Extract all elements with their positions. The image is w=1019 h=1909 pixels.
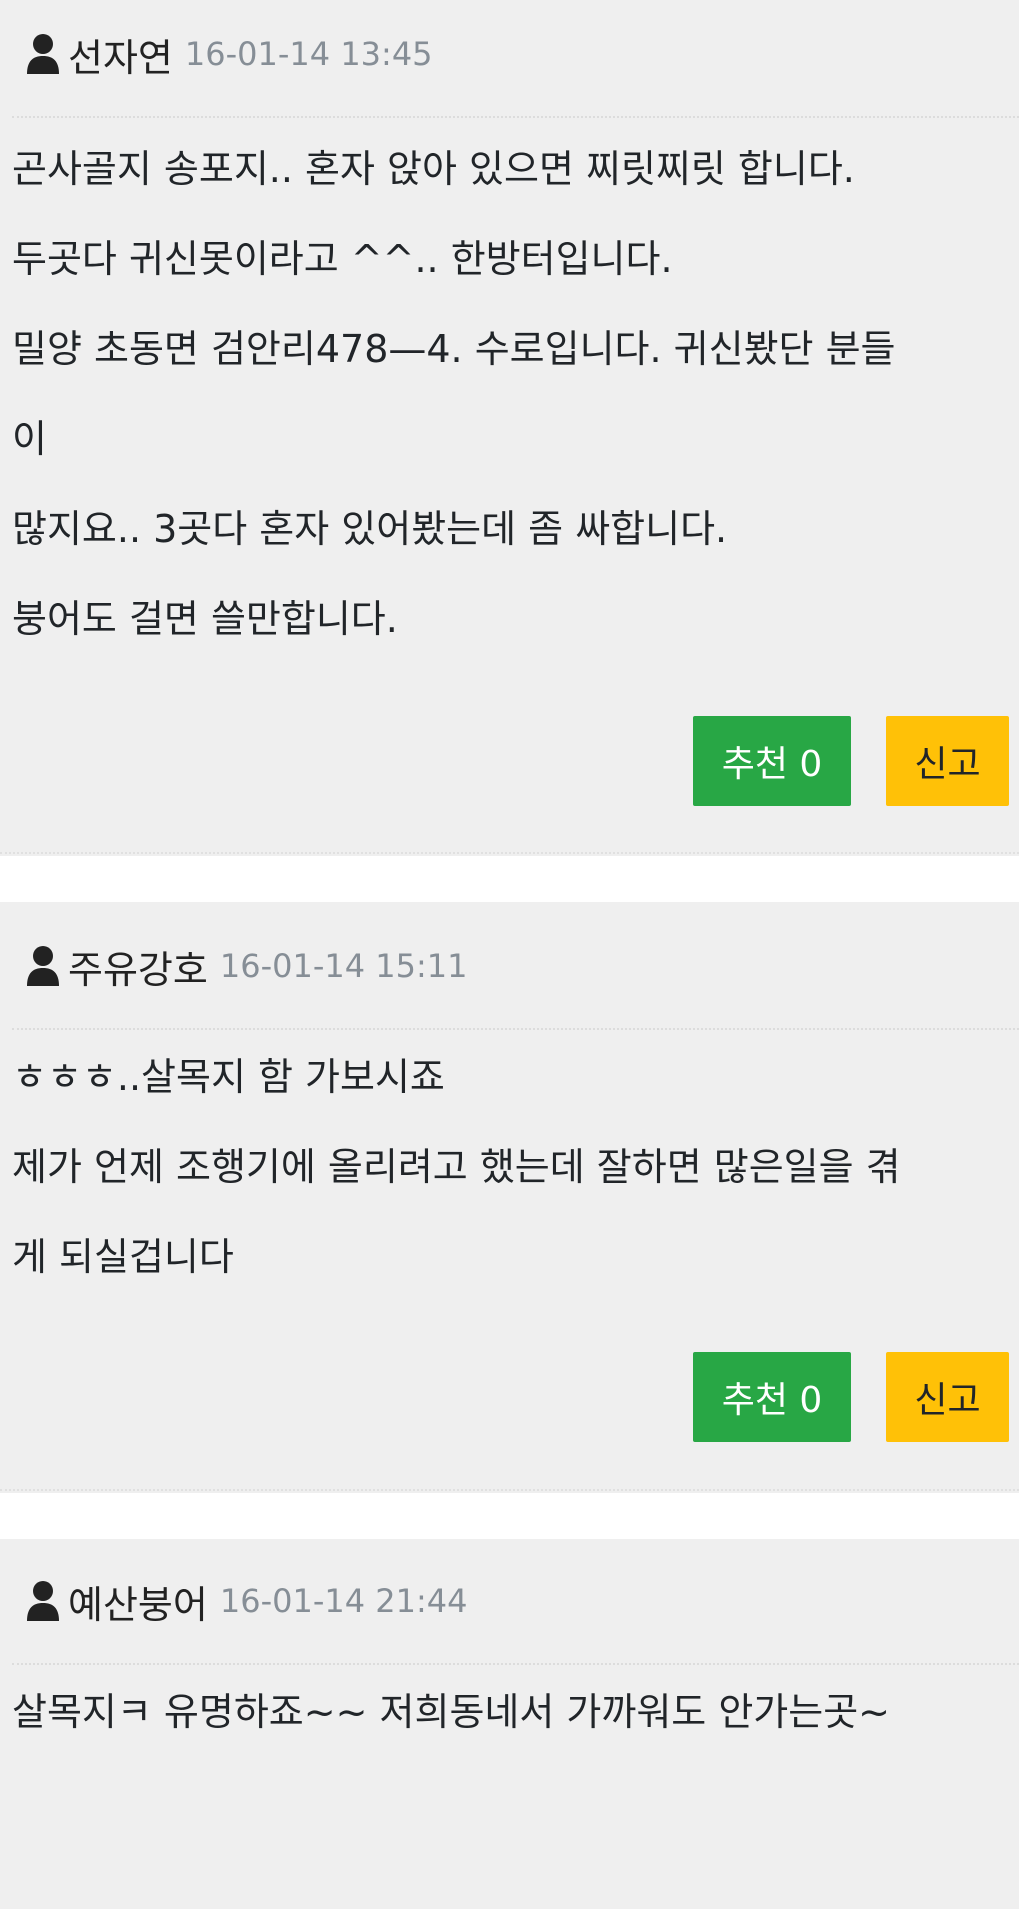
comment-divider <box>12 1028 1019 1030</box>
comment-line: 살목지ㅋ 유명하죠~~ 저희동네서 가까워도 안가는곳~ <box>12 1690 890 1734</box>
comment-body: ㅎㅎㅎ..살목지 함 가보시죠 제가 언제 조행기에 올리려고 했는데 잘하면 … <box>12 1032 1007 1302</box>
comment-item: 주유강호 16-01-14 15:11 ㅎㅎㅎ..살목지 함 가보시죠 제가 언… <box>0 902 1019 1493</box>
comment-line: ㅎㅎㅎ..살목지 함 가보시죠 <box>12 1055 445 1099</box>
comment-line: 이 <box>12 417 47 461</box>
comment-header: 예산붕어 16-01-14 21:44 <box>26 1573 467 1629</box>
comment-divider <box>12 1663 1019 1665</box>
comment-line: 게 되실겁니다 <box>12 1235 234 1279</box>
comment-line: 붕어도 걸면 쓸만합니다. <box>12 597 398 641</box>
user-icon <box>26 33 60 75</box>
comment-body: 곤사골지 송포지.. 혼자 앉아 있으면 찌릿찌릿 합니다. 두곳다 귀신못이라… <box>12 124 1007 664</box>
comment-separator <box>0 1489 1019 1491</box>
comment-header: 선자연 16-01-14 13:45 <box>26 26 433 82</box>
comment-actions: 추천 0 신고 <box>693 1352 1009 1442</box>
comment-author[interactable]: 주유강호 <box>68 939 208 994</box>
comment-line: 두곳다 귀신못이라고 ^^.. 한방터입니다. <box>12 237 673 281</box>
comment-author[interactable]: 예산붕어 <box>68 1574 208 1629</box>
comment-item: 예산붕어 16-01-14 21:44 살목지ㅋ 유명하죠~~ 저희동네서 가까… <box>0 1539 1019 1909</box>
comment-item: 선자연 16-01-14 13:45 곤사골지 송포지.. 혼자 앉아 있으면 … <box>0 0 1019 856</box>
comment-body: 살목지ㅋ 유명하죠~~ 저희동네서 가까워도 안가는곳~ <box>12 1667 1007 1757</box>
comment-line: 많지요.. 3곳다 혼자 있어봤는데 좀 싸합니다. <box>12 507 728 551</box>
recommend-button[interactable]: 추천 0 <box>693 716 851 806</box>
user-icon <box>26 945 60 987</box>
comment-separator <box>0 852 1019 854</box>
comment-date: 16-01-14 13:45 <box>184 35 433 73</box>
report-button[interactable]: 신고 <box>886 1352 1009 1442</box>
comment-date: 16-01-14 15:11 <box>219 947 468 985</box>
comment-actions: 추천 0 신고 <box>693 716 1009 806</box>
recommend-button[interactable]: 추천 0 <box>693 1352 851 1442</box>
user-icon <box>26 1580 60 1622</box>
comment-author[interactable]: 선자연 <box>68 27 173 82</box>
comment-line: 곤사골지 송포지.. 혼자 앉아 있으면 찌릿찌릿 합니다. <box>12 147 855 191</box>
comment-line: 제가 언제 조행기에 올리려고 했는데 잘하면 많은일을 겪 <box>12 1145 901 1189</box>
comment-line: 밀양 초동면 검안리478—4. 수로입니다. 귀신봤단 분들 <box>12 327 896 371</box>
comment-date: 16-01-14 21:44 <box>219 1582 468 1620</box>
comment-divider <box>12 116 1019 118</box>
comment-header: 주유강호 16-01-14 15:11 <box>26 938 467 994</box>
report-button[interactable]: 신고 <box>886 716 1009 806</box>
